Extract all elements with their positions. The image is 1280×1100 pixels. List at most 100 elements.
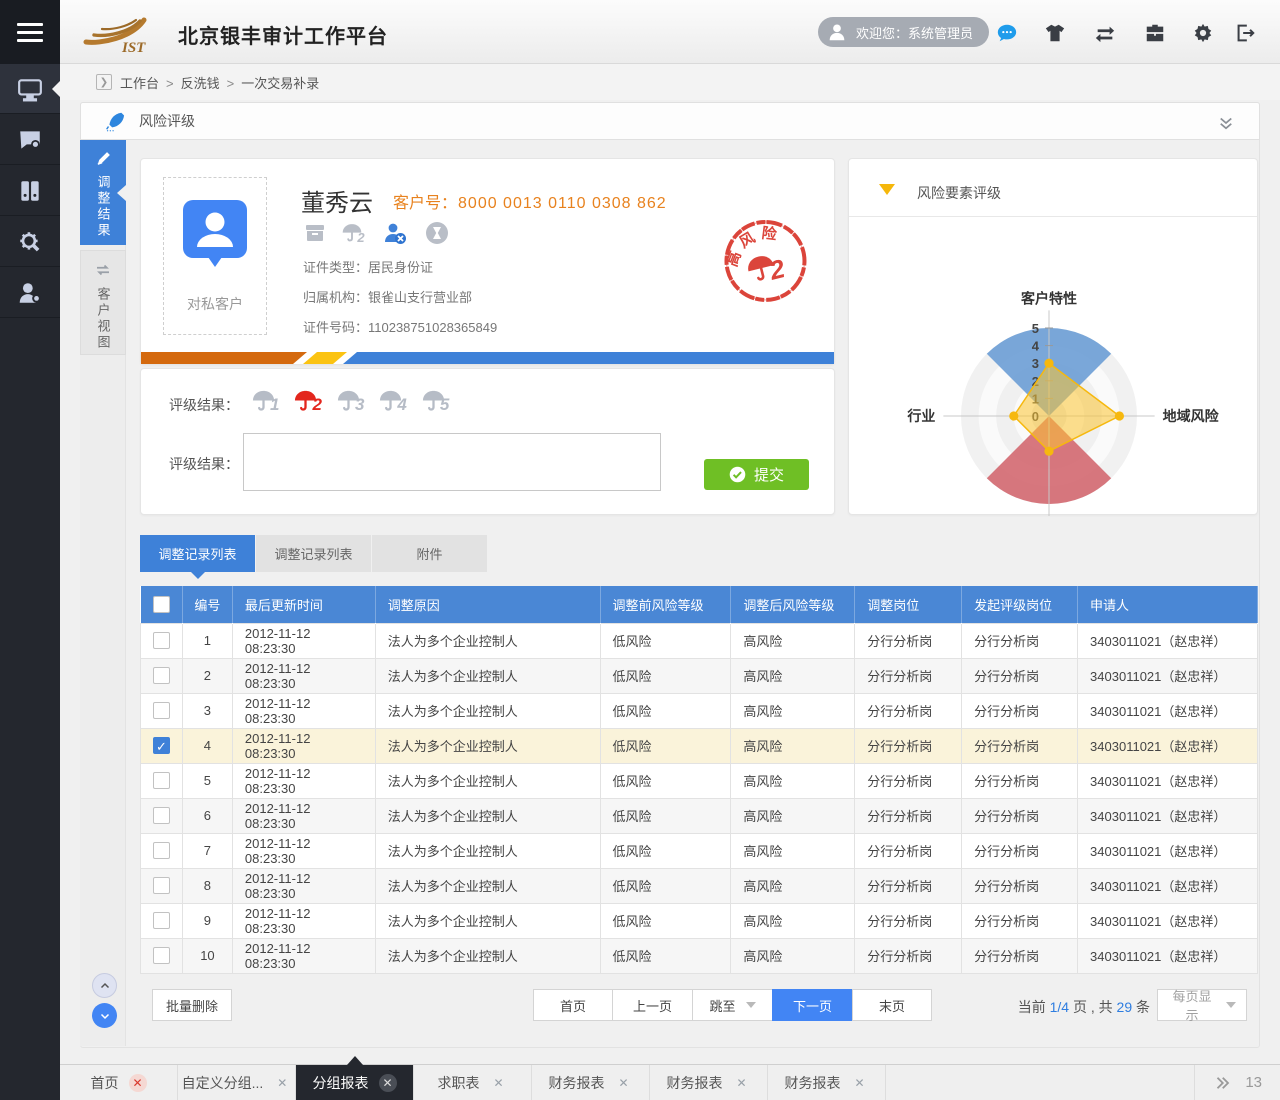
cell-after: 高风险 <box>731 658 855 693</box>
rating-comment-input[interactable] <box>243 433 661 491</box>
bottom-tab-4[interactable]: 求职表✕ <box>414 1065 532 1100</box>
bottom-tab-label: 自定义分组... <box>182 1073 264 1093</box>
umbrella-level2-icon[interactable]: 2 <box>339 219 367 247</box>
rating-level-1[interactable]: 1 <box>251 389 279 413</box>
cell-no: 5 <box>182 763 232 798</box>
sidebar-item-system[interactable] <box>0 217 60 267</box>
row-checkbox[interactable] <box>153 842 170 859</box>
row-checkbox[interactable] <box>153 632 170 649</box>
cell-origin: 分行分析岗 <box>962 798 1078 833</box>
first-page-button[interactable]: 首页 <box>533 989 613 1021</box>
rating-level-3[interactable]: 3 <box>336 389 364 413</box>
cell-post: 分行分析岗 <box>855 903 962 938</box>
cell-post: 分行分析岗 <box>855 623 962 658</box>
cell-post: 分行分析岗 <box>855 833 962 868</box>
chevron-double-down-icon[interactable] <box>1217 114 1235 132</box>
rating-level-5[interactable]: 5 <box>421 389 449 413</box>
jump-to-dropdown[interactable]: 跳至 <box>692 989 773 1021</box>
cell-reason: 法人为多个企业控制人 <box>375 798 600 833</box>
archive-box-icon[interactable] <box>301 219 329 247</box>
rating-level-4[interactable]: 4 <box>378 389 406 413</box>
row-checkbox[interactable] <box>153 772 170 789</box>
close-icon[interactable]: ✕ <box>851 1074 869 1092</box>
risk-radar-chart: 012345客户特性地域风险金融业务行业 <box>849 216 1259 516</box>
bottom-tab-6[interactable]: 财务报表✕ <box>650 1065 768 1100</box>
side-tab-customer-view[interactable]: 客户视图 <box>80 250 126 355</box>
breadcrumb-item[interactable]: 工作台 <box>120 76 159 91</box>
row-checkbox[interactable]: ✓ <box>153 737 170 754</box>
hamburger-menu-icon[interactable] <box>0 0 60 64</box>
settings-icon[interactable] <box>1190 20 1216 46</box>
breadcrumb-item[interactable]: 反洗钱 <box>181 76 220 91</box>
sidebar-item-workbench[interactable] <box>0 64 60 114</box>
cell-time: 2012-11-12 08:23:30 <box>232 938 375 973</box>
cell-applicant: 3403011021（赵忠祥） <box>1078 938 1258 973</box>
rating-level-2[interactable]: 2 <box>293 389 321 413</box>
cell-after: 高风险 <box>731 868 855 903</box>
bottom-tab-7[interactable]: 财务报表 ✕ <box>768 1065 886 1100</box>
row-checkbox[interactable] <box>153 702 170 719</box>
column-header: 申请人 <box>1078 586 1258 623</box>
caret-down-icon <box>1226 1002 1236 1008</box>
user-remove-icon[interactable] <box>381 219 409 247</box>
sidebar-item-archives[interactable] <box>0 166 60 216</box>
prev-page-button[interactable]: 上一页 <box>612 989 693 1021</box>
close-icon[interactable]: ✕ <box>379 1074 397 1092</box>
row-checkbox[interactable] <box>153 912 170 929</box>
last-page-button[interactable]: 末页 <box>852 989 932 1021</box>
bottom-tab-3[interactable]: 分组报表✕ <box>296 1065 414 1100</box>
column-header: 调整原因 <box>375 586 600 623</box>
cell-applicant: 3403011021（赵忠祥） <box>1078 693 1258 728</box>
cell-origin: 分行分析岗 <box>962 623 1078 658</box>
svg-text:5: 5 <box>1032 321 1039 336</box>
close-icon[interactable]: ✕ <box>490 1074 508 1092</box>
sidebar-active-notch <box>52 81 60 97</box>
record-tab-2[interactable]: 调整记录列表 <box>256 535 371 572</box>
hourglass-icon[interactable] <box>423 219 451 247</box>
hidden-tab-count: 13 <box>1245 1074 1262 1091</box>
bottom-tab-label: 财务报表 <box>785 1073 841 1093</box>
record-tabs: 调整记录列表调整记录列表附件 <box>140 535 487 572</box>
rating-label: 评级结果： <box>169 395 239 415</box>
risk-rating-panel-header[interactable]: 风险评级 <box>80 102 1260 140</box>
breadcrumb-item[interactable]: 一次交易补录 <box>241 76 319 91</box>
cell-time: 2012-11-12 08:23:30 <box>232 798 375 833</box>
chevrons-right-icon[interactable] <box>1213 1074 1231 1092</box>
transfer-icon[interactable] <box>1092 20 1118 46</box>
sidebar-item-users[interactable] <box>0 268 60 318</box>
theme-icon[interactable] <box>1042 20 1068 46</box>
batch-delete-button[interactable]: 批量删除 <box>152 989 232 1021</box>
page-size-dropdown[interactable]: 每页显示 <box>1157 989 1247 1021</box>
close-icon[interactable]: ✕ <box>733 1074 751 1092</box>
sidebar-item-messages[interactable] <box>0 115 60 165</box>
close-icon[interactable]: ✕ <box>273 1074 291 1092</box>
record-tab-3[interactable]: 附件 <box>372 535 487 572</box>
bottom-tab-2[interactable]: 自定义分组... ✕ <box>178 1065 296 1100</box>
column-header: 调整岗位 <box>855 586 962 623</box>
close-icon[interactable]: ✕ <box>129 1074 147 1092</box>
bottom-tab-5[interactable]: 财务报表✕ <box>532 1065 650 1100</box>
card-accent-stripe <box>141 352 834 364</box>
select-all-checkbox[interactable] <box>153 596 170 613</box>
user-welcome-pill[interactable]: 欢迎您：系统管理员 <box>818 17 989 47</box>
row-checkbox[interactable] <box>153 877 170 894</box>
submit-button[interactable]: 提交 <box>704 459 809 490</box>
cell-applicant: 3403011021（赵忠祥） <box>1078 903 1258 938</box>
pagination-info: 当前 1/4 页 , 共 29 条 <box>985 997 1150 1017</box>
strip-scroll-up-button[interactable] <box>92 973 117 998</box>
message-icon[interactable] <box>994 20 1020 46</box>
rating-card: 评级结果： 12345 评级结果： 提交 <box>140 368 835 515</box>
row-checkbox[interactable] <box>153 667 170 684</box>
close-icon[interactable]: ✕ <box>615 1074 633 1092</box>
bottom-tab-1[interactable]: 首页✕ <box>60 1065 178 1100</box>
briefcase-icon[interactable] <box>1142 20 1168 46</box>
cell-post: 分行分析岗 <box>855 728 962 763</box>
row-checkbox[interactable] <box>153 947 170 964</box>
strip-scroll-down-button[interactable] <box>92 1003 117 1028</box>
sync-icon <box>94 261 112 279</box>
cell-origin: 分行分析岗 <box>962 763 1078 798</box>
logout-icon[interactable] <box>1232 20 1258 46</box>
row-checkbox[interactable] <box>153 807 170 824</box>
record-tab-1[interactable]: 调整记录列表 <box>140 535 255 572</box>
next-page-button[interactable]: 下一页 <box>772 989 853 1021</box>
